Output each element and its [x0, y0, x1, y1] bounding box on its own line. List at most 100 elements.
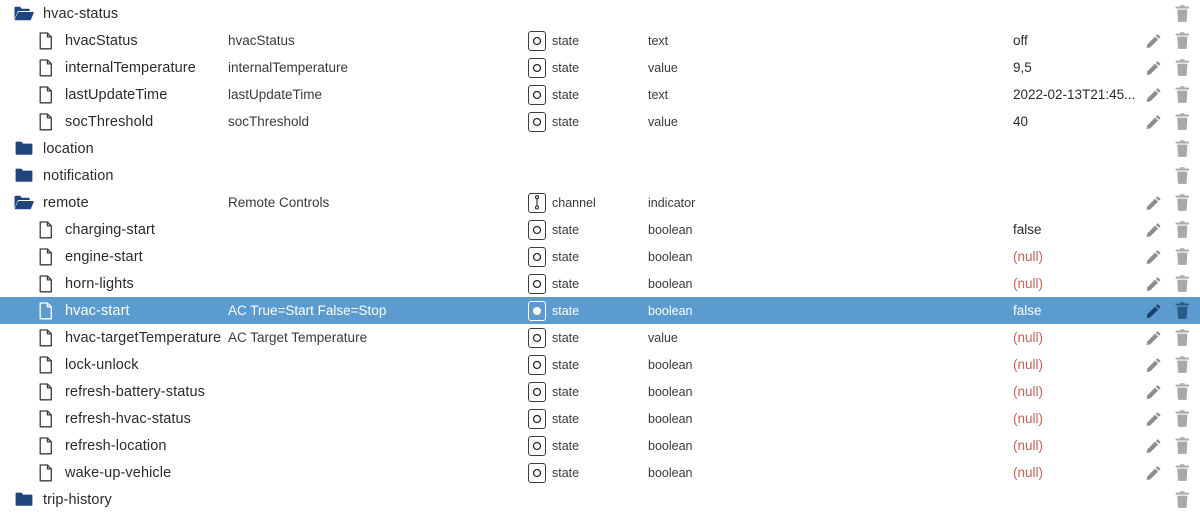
row-kind-cell: state	[528, 327, 648, 348]
row-name-cell: refresh-hvac-status	[0, 409, 228, 429]
edit-icon[interactable]	[1145, 410, 1162, 428]
row-kind-label: channel	[552, 195, 596, 210]
row-type: boolean	[648, 411, 693, 426]
tree-row[interactable]: notification	[0, 162, 1200, 189]
row-kind-cell: state	[528, 246, 648, 267]
delete-icon[interactable]	[1174, 167, 1191, 185]
delete-icon[interactable]	[1174, 491, 1191, 509]
delete-icon[interactable]	[1174, 302, 1191, 320]
edit-icon[interactable]	[1145, 464, 1162, 482]
row-actions	[1145, 491, 1200, 509]
folder-open-icon[interactable]	[14, 4, 34, 24]
row-kind-cell: state	[528, 435, 648, 456]
row-kind-label: state	[552, 384, 580, 399]
row-value: (null)	[1013, 411, 1044, 426]
delete-icon[interactable]	[1174, 32, 1191, 50]
state-icon	[528, 57, 546, 78]
delete-icon[interactable]	[1174, 356, 1191, 374]
row-kind-cell: state	[528, 408, 648, 429]
tree-row[interactable]: horn-lights state boolean (null)	[0, 270, 1200, 297]
state-icon	[528, 408, 546, 429]
row-name-label: hvacStatus	[65, 32, 138, 49]
document-icon	[36, 31, 56, 51]
row-description: AC True=Start False=Stop	[228, 303, 387, 318]
tree-row[interactable]: hvac-status	[0, 0, 1200, 27]
row-actions	[1145, 194, 1200, 212]
tree-row[interactable]: refresh-hvac-status state boolean (null)	[0, 405, 1200, 432]
edit-icon[interactable]	[1145, 86, 1162, 104]
edit-icon[interactable]	[1145, 113, 1162, 131]
state-icon	[528, 462, 546, 483]
row-kind-label: state	[552, 60, 580, 75]
row-name-label: charging-start	[65, 221, 156, 238]
delete-icon[interactable]	[1174, 221, 1191, 239]
row-kind-cell: state	[528, 57, 648, 78]
tree-row[interactable]: wake-up-vehicle state boolean (null)	[0, 459, 1200, 486]
edit-icon[interactable]	[1145, 248, 1162, 266]
document-icon	[36, 382, 56, 402]
row-actions	[1145, 329, 1200, 347]
row-name-label: refresh-hvac-status	[65, 410, 191, 427]
delete-icon[interactable]	[1174, 5, 1191, 23]
edit-icon[interactable]	[1145, 275, 1162, 293]
row-type: indicator	[648, 195, 696, 210]
folder-closed-icon[interactable]	[14, 490, 34, 510]
tree-row[interactable]: hvacStatus hvacStatus state text off	[0, 27, 1200, 54]
state-icon	[528, 111, 546, 132]
edit-icon[interactable]	[1145, 356, 1162, 374]
folder-closed-icon[interactable]	[14, 139, 34, 159]
delete-icon[interactable]	[1174, 140, 1191, 158]
tree-row[interactable]: engine-start state boolean (null)	[0, 243, 1200, 270]
delete-icon[interactable]	[1174, 464, 1191, 482]
delete-icon[interactable]	[1174, 248, 1191, 266]
tree-row[interactable]: lock-unlock state boolean (null)	[0, 351, 1200, 378]
tree-row[interactable]: remote Remote Controls channel indicator	[0, 189, 1200, 216]
row-actions	[1145, 113, 1200, 131]
tree-row[interactable]: hvac-start AC True=Start False=Stop state b…	[0, 297, 1200, 324]
edit-icon[interactable]	[1145, 32, 1162, 50]
edit-icon[interactable]	[1145, 437, 1162, 455]
tree-row[interactable]: charging-start state boolean false	[0, 216, 1200, 243]
edit-icon[interactable]	[1145, 194, 1162, 212]
row-kind-cell: state	[528, 381, 648, 402]
row-name-cell: hvacStatus	[0, 31, 228, 51]
delete-icon[interactable]	[1174, 59, 1191, 77]
tree-row[interactable]: socThreshold socThreshold state value 40	[0, 108, 1200, 135]
tree-row[interactable]: refresh-battery-status state boolean (null)	[0, 378, 1200, 405]
delete-icon[interactable]	[1174, 383, 1191, 401]
row-kind-label: state	[552, 87, 580, 102]
delete-icon[interactable]	[1174, 86, 1191, 104]
row-kind-cell: state	[528, 354, 648, 375]
delete-icon[interactable]	[1174, 437, 1191, 455]
edit-icon[interactable]	[1145, 383, 1162, 401]
delete-icon[interactable]	[1174, 410, 1191, 428]
delete-icon[interactable]	[1174, 329, 1191, 347]
edit-icon[interactable]	[1145, 329, 1162, 347]
row-value: (null)	[1013, 465, 1044, 480]
folder-closed-icon[interactable]	[14, 166, 34, 186]
tree-row[interactable]: location	[0, 135, 1200, 162]
tree-row[interactable]: lastUpdateTime lastUpdateTime state text 202…	[0, 81, 1200, 108]
edit-icon[interactable]	[1145, 221, 1162, 239]
edit-icon[interactable]	[1145, 59, 1162, 77]
row-actions	[1145, 410, 1200, 428]
row-name-label: refresh-battery-status	[65, 383, 205, 400]
folder-open-icon[interactable]	[14, 193, 34, 213]
tree-row[interactable]: hvac-targetTemperature AC Target Temperat…	[0, 324, 1200, 351]
row-actions	[1145, 5, 1200, 23]
state-icon-filled	[528, 300, 546, 321]
row-type: value	[648, 114, 678, 129]
row-kind-cell: channel	[528, 192, 648, 213]
row-name-cell: lastUpdateTime	[0, 85, 228, 105]
edit-icon[interactable]	[1145, 302, 1162, 320]
tree-row[interactable]: trip-history	[0, 486, 1200, 513]
tree-row[interactable]: internalTemperature internalTemperature st…	[0, 54, 1200, 81]
row-description: Remote Controls	[228, 195, 330, 210]
delete-icon[interactable]	[1174, 113, 1191, 131]
tree-row[interactable]: refresh-location state boolean (null)	[0, 432, 1200, 459]
delete-icon[interactable]	[1174, 194, 1191, 212]
row-type: boolean	[648, 384, 693, 399]
delete-icon[interactable]	[1174, 275, 1191, 293]
row-value: (null)	[1013, 384, 1044, 399]
channel-icon	[528, 192, 546, 213]
